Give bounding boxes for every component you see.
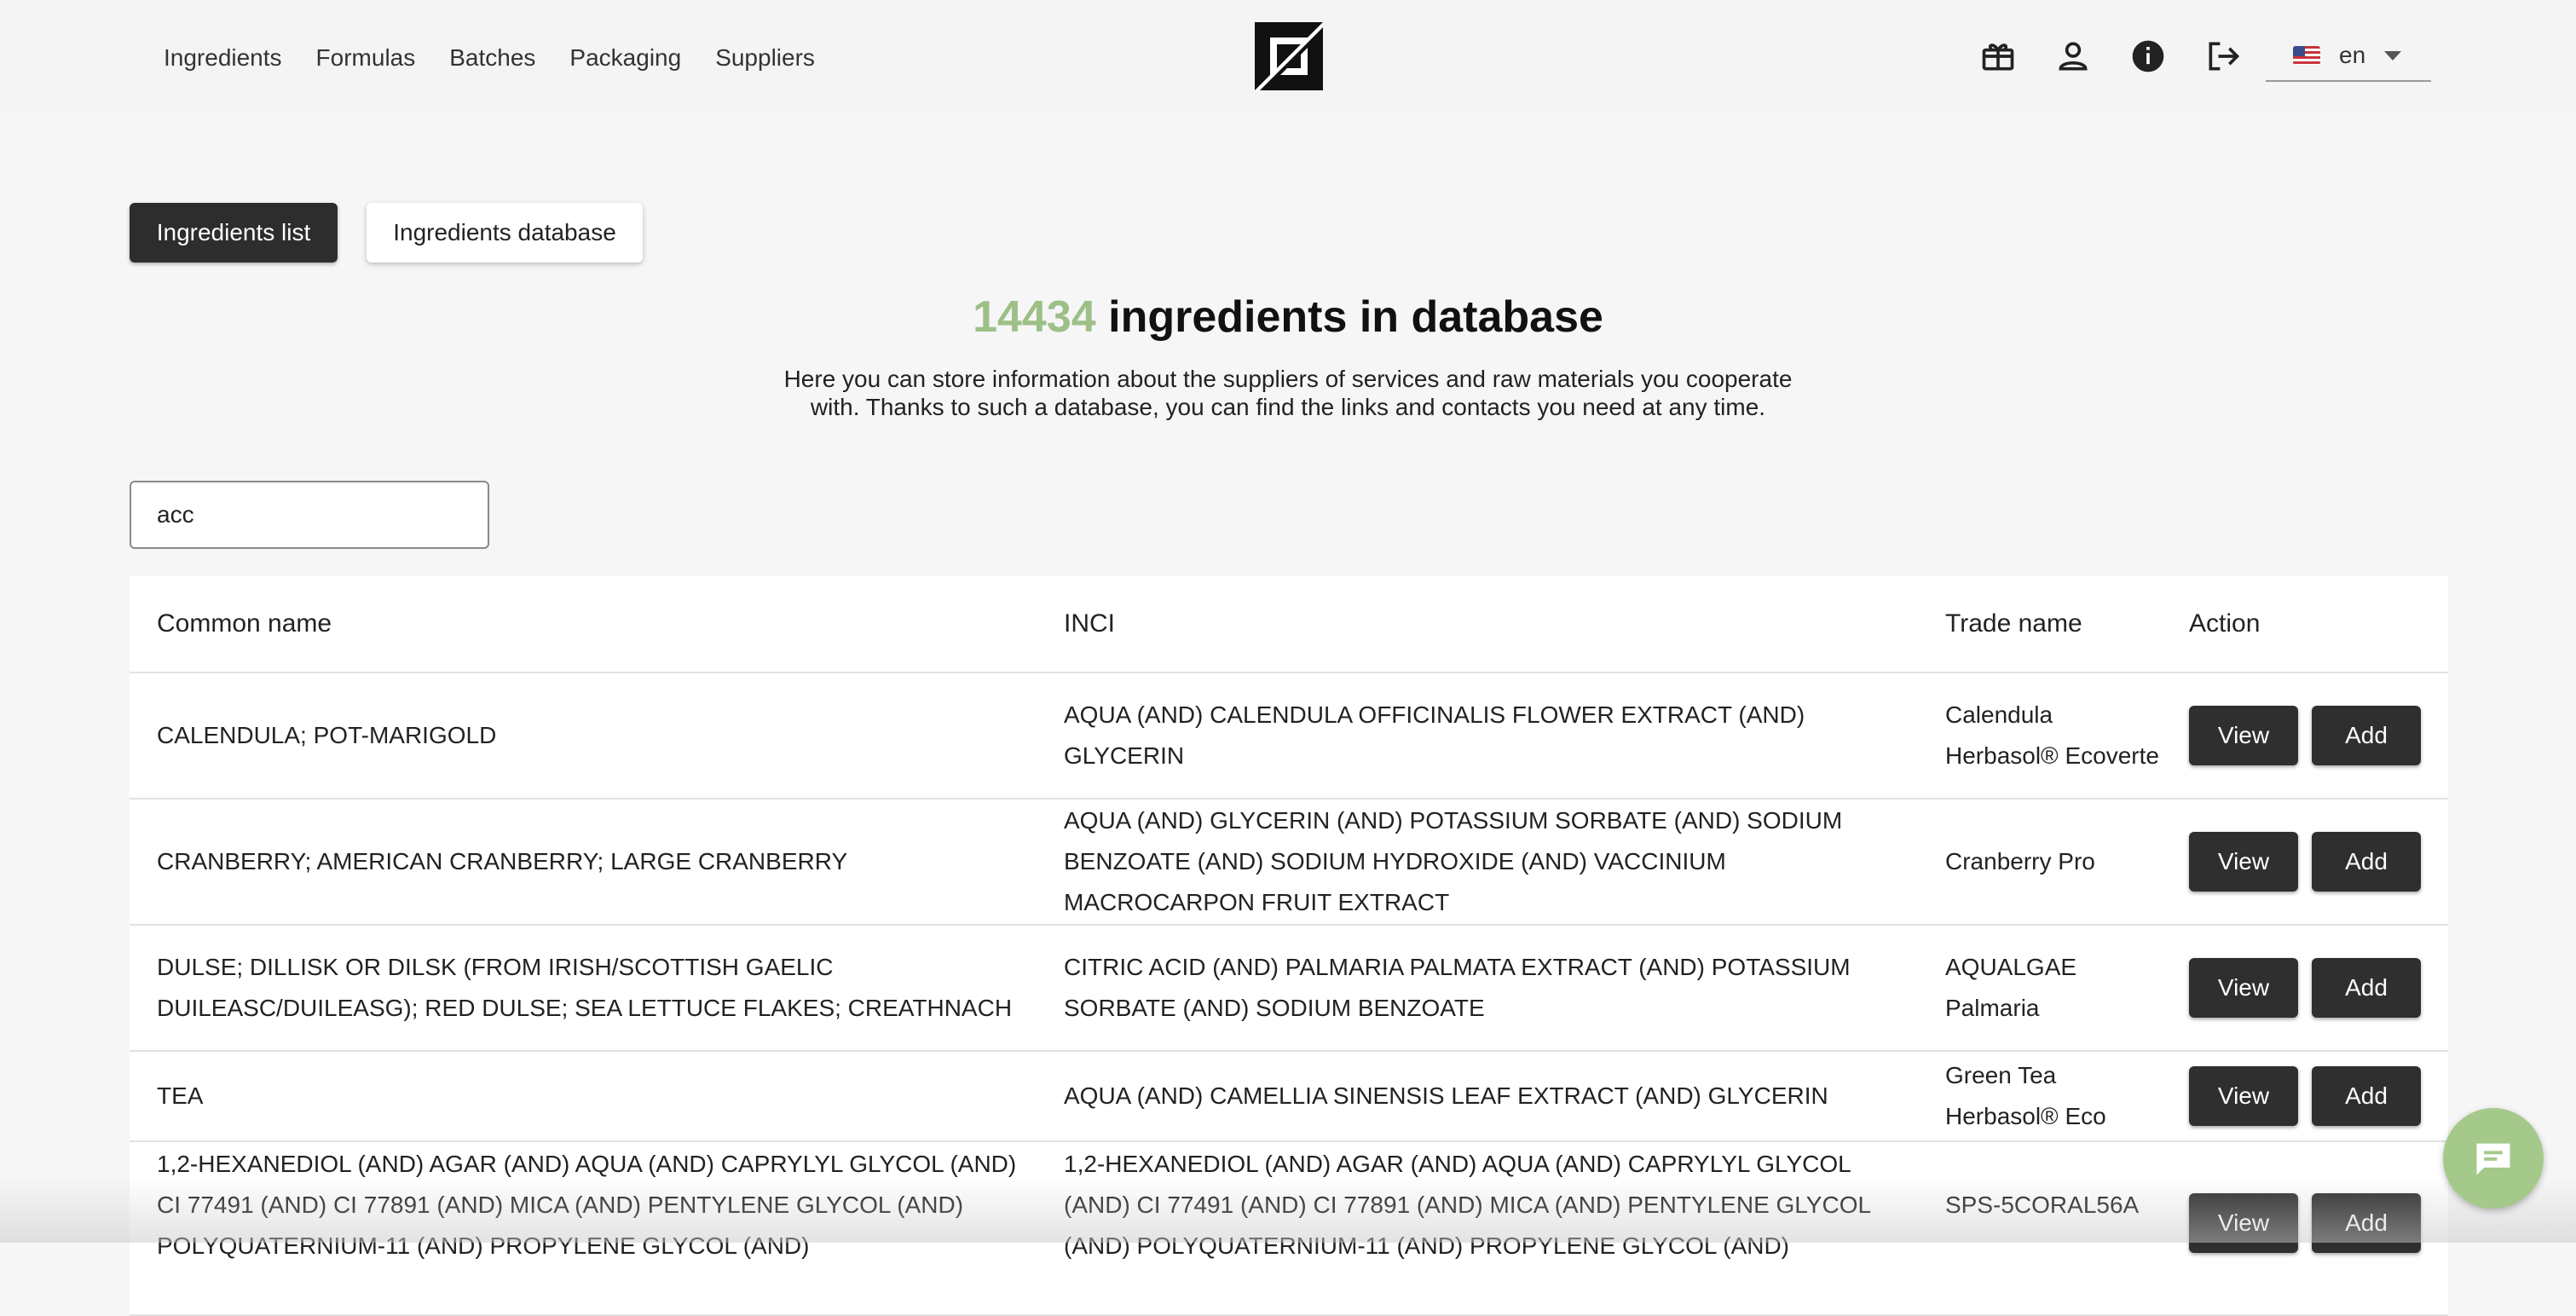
cell-common-name: 1,2-HEXANEDIOL (AND) AGAR (AND) AQUA (AN…	[157, 1151, 1017, 1259]
top-bar: Ingredients Formulas Batches Packaging S…	[0, 0, 2576, 111]
add-button[interactable]: Add	[2312, 958, 2421, 1018]
chevron-down-icon	[2384, 50, 2402, 61]
page-title-text: ingredients in database	[1108, 292, 1603, 342]
table-row: CRANBERRY; AMERICAN CRANBERRY; LARGE CRA…	[130, 799, 2448, 926]
ingredient-count: 14434	[973, 292, 1096, 342]
view-button[interactable]: View	[2189, 958, 2298, 1018]
view-button[interactable]: View	[2189, 832, 2298, 892]
gift-box-icon[interactable]	[1976, 34, 2020, 78]
table-row: DULSE; DILLISK OR DILSK (FROM IRISH/SCOT…	[130, 926, 2448, 1052]
cell-actions: View Add	[2162, 958, 2448, 1018]
view-button[interactable]: View	[2189, 1193, 2298, 1253]
nav-batches[interactable]: Batches	[449, 41, 535, 75]
us-flag-icon	[2293, 46, 2320, 65]
table-row: TEA AQUA (AND) CAMELLIA SINENSIS LEAF EX…	[130, 1052, 2448, 1142]
chat-button[interactable]	[2443, 1108, 2544, 1209]
info-icon[interactable]	[2126, 34, 2170, 78]
nav-suppliers[interactable]: Suppliers	[715, 41, 815, 75]
table-row: 1,2-HEXANEDIOL (AND) AGAR (AND) AQUA (AN…	[130, 1142, 2448, 1316]
cell-actions: View Add	[2162, 706, 2448, 765]
view-button[interactable]: View	[2189, 706, 2298, 765]
page-description: Here you can store information about the…	[783, 366, 1793, 420]
cell-inci: 1,2-HEXANEDIOL (AND) AGAR (AND) AQUA (AN…	[1064, 1151, 1871, 1259]
table-header: Common name INCI Trade name Action	[130, 576, 2448, 673]
header-trade-name[interactable]: Trade name	[1918, 609, 2162, 638]
view-button[interactable]: View	[2189, 1066, 2298, 1126]
cell-common-name: TEA	[157, 1082, 204, 1109]
cell-inci: CITRIC ACID (AND) PALMARIA PALMATA EXTRA…	[1064, 954, 1851, 1021]
ingredients-table: Common name INCI Trade name Action CALEN…	[130, 576, 2448, 1316]
nav-ingredients[interactable]: Ingredients	[164, 41, 282, 75]
cell-actions: View Add	[2162, 832, 2448, 892]
cell-inci: AQUA (AND) GLYCERIN (AND) POTASSIUM SORB…	[1064, 807, 1843, 915]
cell-trade-name: AQUALGAE Palmaria	[1945, 954, 2077, 1021]
logo[interactable]	[1255, 22, 1323, 90]
cell-common-name: CALENDULA; POT-MARIGOLD	[157, 722, 497, 748]
chat-icon	[2476, 1143, 2510, 1175]
language-code: en	[2339, 42, 2366, 68]
hero: 14434 ingredients in database Here you c…	[0, 286, 2576, 421]
main-nav: Ingredients Formulas Batches Packaging S…	[164, 41, 849, 75]
add-button[interactable]: Add	[2312, 1066, 2421, 1126]
cell-actions: View Add	[2162, 1144, 2448, 1253]
user-icon[interactable]	[2051, 34, 2095, 78]
nav-packaging[interactable]: Packaging	[569, 41, 681, 75]
cell-inci: AQUA (AND) CAMELLIA SINENSIS LEAF EXTRAC…	[1064, 1082, 1828, 1109]
cell-actions: View Add	[2162, 1066, 2448, 1126]
add-button[interactable]: Add	[2312, 832, 2421, 892]
header-inci[interactable]: INCI	[1037, 609, 1918, 638]
table-row: CALENDULA; POT-MARIGOLD AQUA (AND) CALEN…	[130, 673, 2448, 799]
search-input[interactable]	[130, 481, 489, 549]
cell-common-name: DULSE; DILLISK OR DILSK (FROM IRISH/SCOT…	[157, 954, 1013, 1021]
logout-icon[interactable]	[2201, 34, 2245, 78]
nav-formulas[interactable]: Formulas	[316, 41, 416, 75]
tab-ingredients-database[interactable]: Ingredients database	[367, 203, 643, 263]
language-select[interactable]: en	[2266, 31, 2431, 82]
tab-ingredients-list[interactable]: Ingredients list	[130, 203, 338, 263]
cell-inci: AQUA (AND) CALENDULA OFFICINALIS FLOWER …	[1064, 701, 1805, 769]
header-action: Action	[2189, 609, 2261, 638]
cell-common-name: CRANBERRY; AMERICAN CRANBERRY; LARGE CRA…	[157, 848, 848, 874]
cell-trade-name: SPS-5CORAL56A	[1945, 1192, 2140, 1218]
header-common-name[interactable]: Common name	[130, 609, 1037, 638]
cell-trade-name: Green Tea Herbasol® Eco	[1945, 1062, 2106, 1129]
logo-mark	[1255, 22, 1323, 90]
cell-trade-name: Cranberry Pro	[1945, 848, 2095, 874]
page-title: 14434 ingredients in database	[0, 286, 2576, 348]
add-button[interactable]: Add	[2312, 706, 2421, 765]
header-icons	[1976, 34, 2276, 78]
add-button[interactable]: Add	[2312, 1193, 2421, 1253]
cell-trade-name: Calendula Herbasol® Ecoverte	[1945, 701, 2159, 769]
